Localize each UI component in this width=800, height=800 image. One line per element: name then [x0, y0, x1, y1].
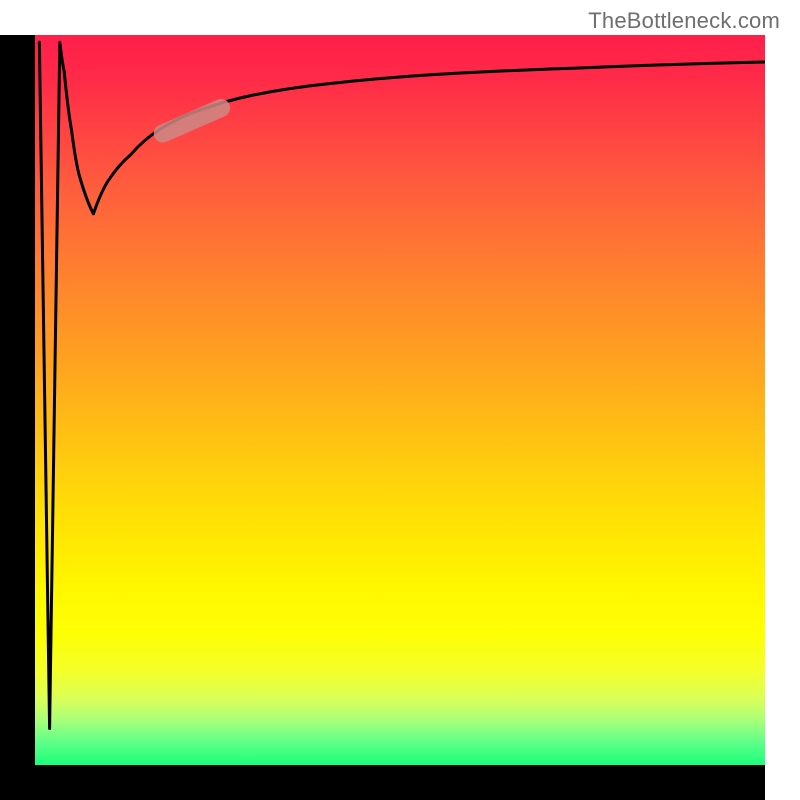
highlight-segment	[163, 108, 221, 134]
axis-corner	[0, 765, 35, 800]
curve-layer	[35, 35, 765, 765]
plot-area	[35, 35, 765, 765]
bottleneck-chart: TheBottleneck.com	[0, 0, 800, 800]
attribution-label: TheBottleneck.com	[588, 8, 780, 34]
curve-path	[39, 42, 765, 728]
y-axis-bar	[0, 35, 35, 765]
x-axis-bar	[35, 765, 765, 800]
